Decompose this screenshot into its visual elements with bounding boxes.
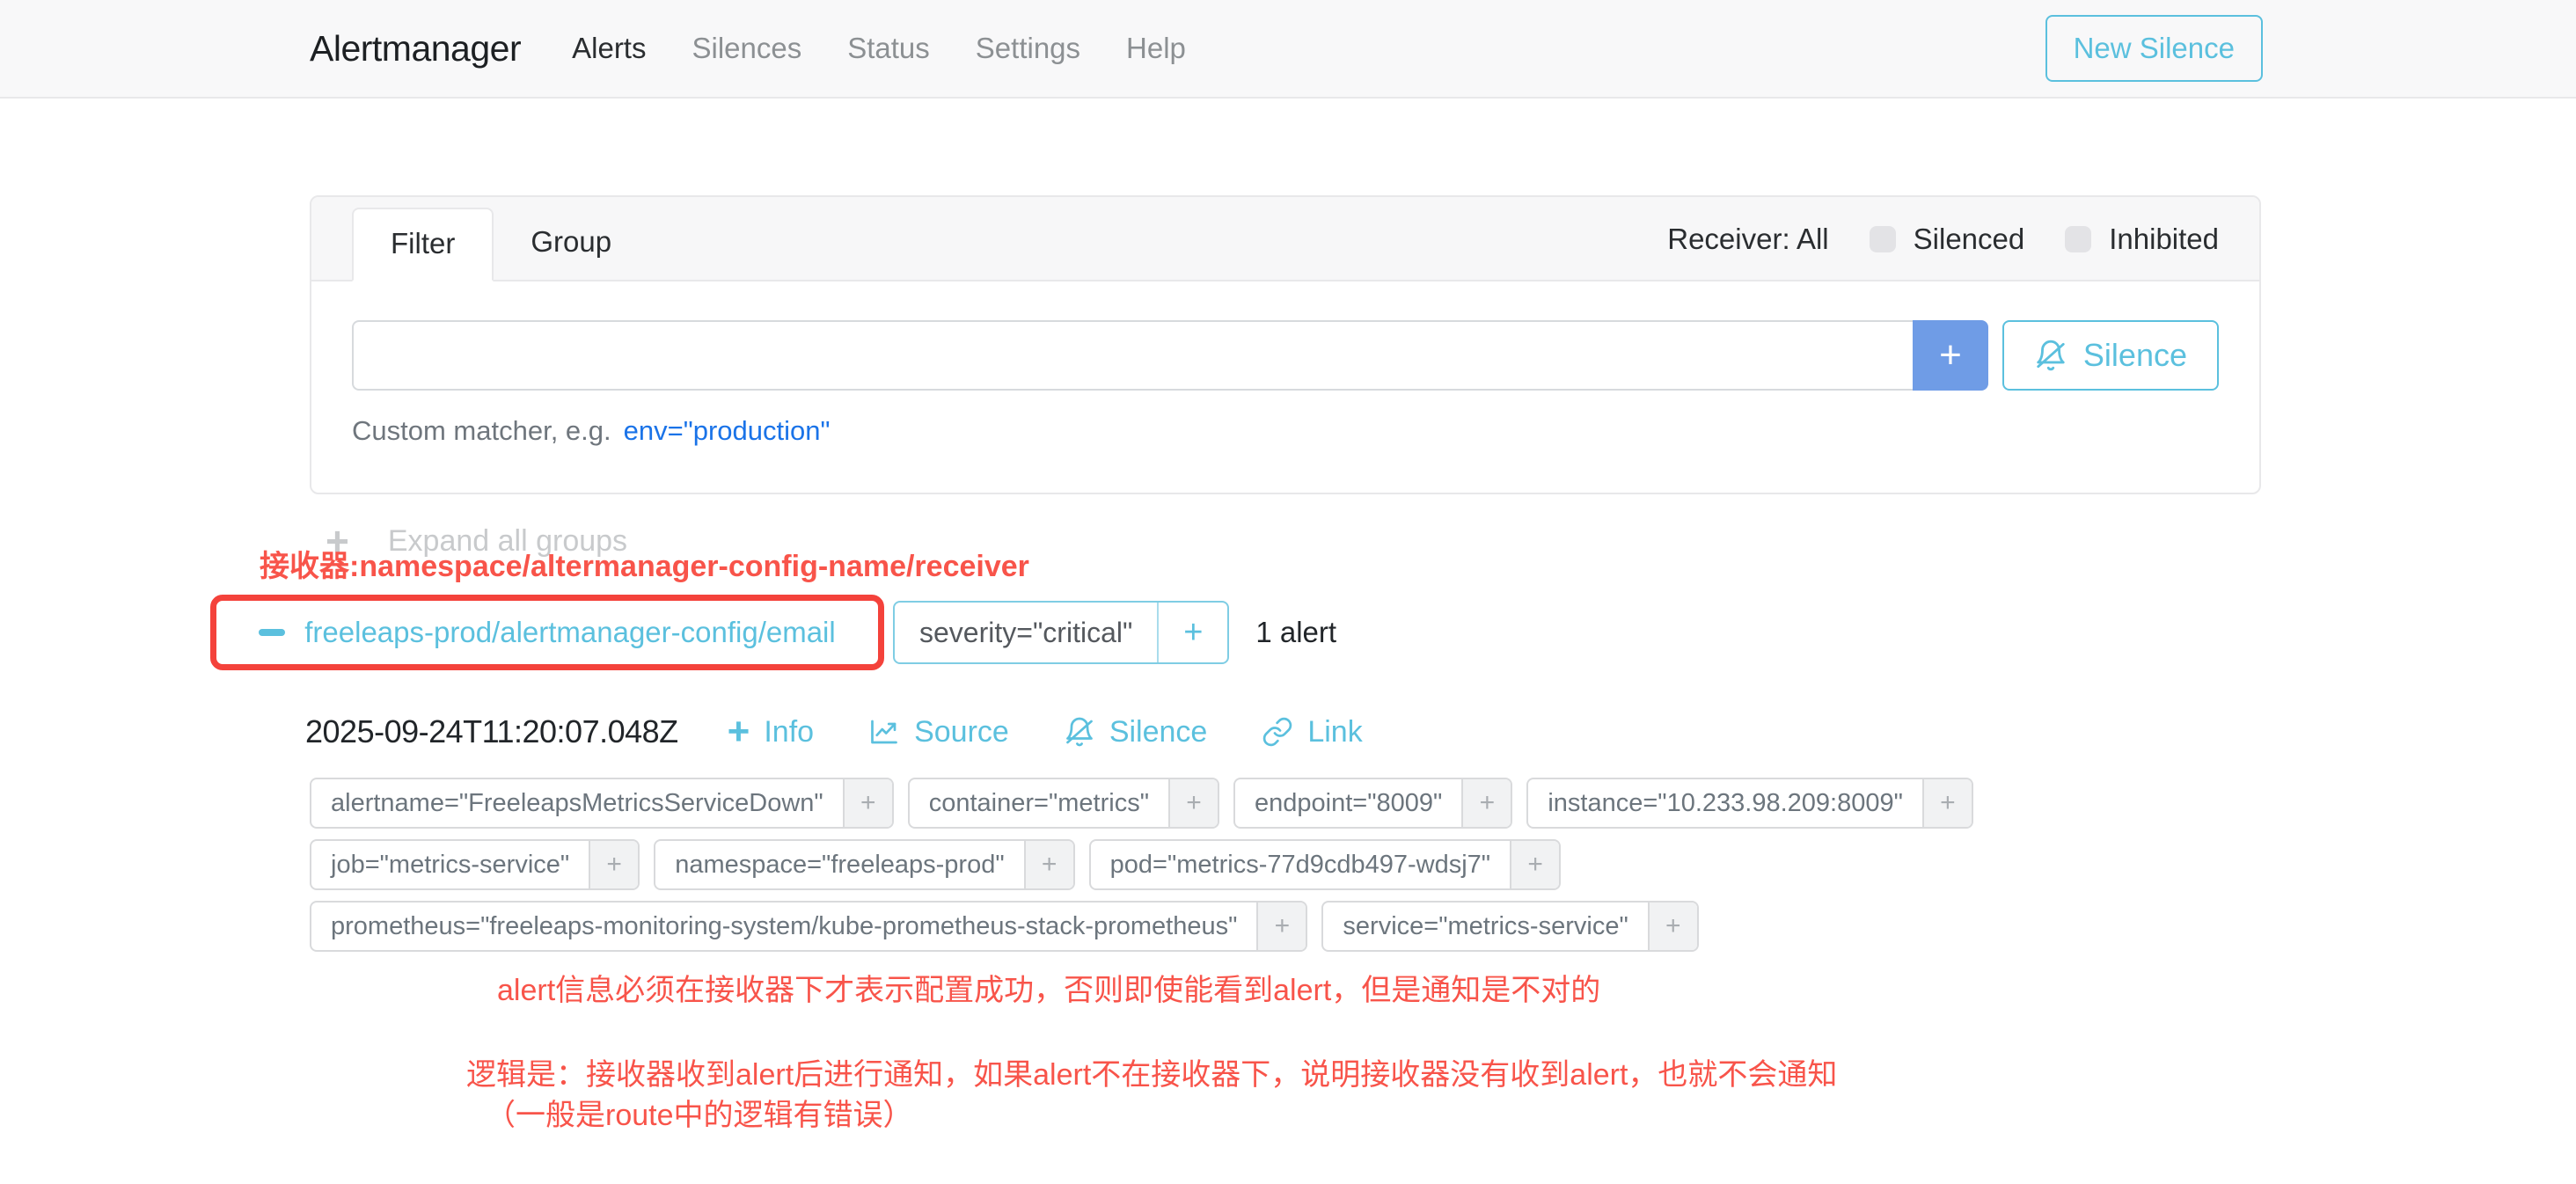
receiver-group-row: freeleaps-prod/alertmanager-config/email…	[210, 595, 1336, 670]
alert-label-text[interactable]: container="metrics"	[910, 779, 1168, 827]
add-label-matcher-button[interactable]: +	[589, 841, 638, 888]
alert-label-text[interactable]: job="metrics-service"	[311, 841, 589, 888]
filter-card-header: Filter Group Receiver: All Silenced Inhi…	[311, 197, 2259, 281]
matcher-input-group: + Silence	[352, 320, 2219, 391]
alert-row: 2025-09-24T11:20:07.048Z + Info Source S…	[305, 704, 1417, 760]
add-label-matcher-button[interactable]: +	[1461, 779, 1511, 827]
alert-label-text[interactable]: prometheus="freeleaps-monitoring-system/…	[311, 903, 1256, 950]
alert-label-row: prometheus="freeleaps-monitoring-system/…	[310, 901, 1973, 952]
add-label-matcher-button[interactable]: +	[1922, 779, 1972, 827]
alert-label-text[interactable]: alertname="FreeleapsMetricsServiceDown"	[311, 779, 843, 827]
add-label-matcher-button[interactable]: +	[1024, 841, 1073, 888]
annotation-note-3: （一般是route中的逻辑有错误）	[486, 1091, 913, 1134]
alert-label-chip: namespace="freeleaps-prod" +	[654, 839, 1074, 890]
alert-label-chip: alertname="FreeleapsMetricsServiceDown" …	[310, 778, 894, 829]
new-silence-button[interactable]: New Silence	[2045, 15, 2263, 82]
matcher-hint-text: Custom matcher, e.g.	[352, 415, 611, 446]
inhibited-checkbox[interactable]	[2065, 226, 2091, 252]
matcher-input[interactable]	[352, 320, 1913, 391]
receiver-group-toggle[interactable]: freeleaps-prod/alertmanager-config/email	[210, 595, 884, 670]
add-matcher-button[interactable]: +	[1913, 320, 1988, 391]
alert-label-chip: container="metrics" +	[908, 778, 1219, 829]
alert-silence-label: Silence	[1109, 715, 1208, 749]
alert-link-label: Link	[1307, 715, 1362, 749]
alert-info-label: Info	[764, 715, 814, 749]
alert-label-chip: job="metrics-service" +	[310, 839, 640, 890]
silence-filter-button-label: Silence	[2083, 337, 2187, 374]
matcher-hint: Custom matcher, e.g. env="production"	[352, 415, 2219, 447]
plus-icon: +	[1939, 333, 1962, 377]
inhibited-checkbox-group[interactable]: Inhibited	[2065, 223, 2219, 256]
alert-label-chip: service="metrics-service" +	[1321, 901, 1698, 952]
add-label-matcher-button[interactable]: +	[1256, 903, 1306, 950]
annotation-receiver-note: 接收器:namespace/altermanager-config-name/r…	[260, 542, 1029, 585]
alert-count: 1 alert	[1255, 616, 1336, 649]
bell-slash-icon	[1064, 716, 1095, 748]
alert-silence-button[interactable]: Silence	[1064, 715, 1208, 749]
silenced-checkbox-label: Silenced	[1914, 223, 2025, 256]
silence-filter-button[interactable]: Silence	[2002, 320, 2219, 391]
app-brand[interactable]: Alertmanager	[310, 28, 521, 69]
silenced-checkbox-group[interactable]: Silenced	[1870, 223, 2025, 256]
nav-item-silences[interactable]: Silences	[692, 32, 801, 65]
group-filter-chip: severity="critical" +	[893, 601, 1229, 664]
chart-up-icon	[868, 716, 900, 748]
plus-icon: +	[728, 713, 750, 751]
receiver-group-name: freeleaps-prod/alertmanager-config/email	[304, 616, 835, 649]
group-filter-add-button[interactable]: +	[1157, 603, 1227, 662]
alert-source-link[interactable]: Source	[868, 715, 1009, 749]
alert-label-chip: prometheus="freeleaps-monitoring-system/…	[310, 901, 1307, 952]
filter-card-body: + Silence Custom matcher, e.g. env="produ…	[311, 281, 2259, 493]
filter-tabs: Filter Group	[352, 208, 648, 281]
nav-item-alerts[interactable]: Alerts	[572, 32, 646, 65]
nav-links: Alerts Silences Status Settings Help	[572, 32, 2045, 65]
add-label-matcher-button[interactable]: +	[1648, 903, 1697, 950]
alert-label-text[interactable]: pod="metrics-77d9cdb497-wdsj7"	[1091, 841, 1510, 888]
silenced-checkbox[interactable]	[1870, 226, 1896, 252]
link-icon	[1262, 716, 1293, 748]
inhibited-checkbox-label: Inhibited	[2109, 223, 2219, 256]
top-navbar: Alertmanager Alerts Silences Status Sett…	[0, 0, 2576, 99]
alert-label-chip: pod="metrics-77d9cdb497-wdsj7" +	[1089, 839, 1561, 890]
annotation-note-2: 逻辑是：接收器收到alert后进行通知，如果alert不在接收器下，说明接收器没…	[466, 1050, 1837, 1093]
receiver-filter-dropdown[interactable]: Receiver: All	[1667, 223, 1828, 256]
filter-card: Filter Group Receiver: All Silenced Inhi…	[310, 195, 2261, 494]
alert-source-label: Source	[914, 715, 1009, 749]
alert-label-text[interactable]: instance="10.233.98.209:8009"	[1528, 779, 1922, 827]
alert-label-text[interactable]: namespace="freeleaps-prod"	[655, 841, 1023, 888]
group-filter-chip-label: severity="critical"	[895, 603, 1157, 662]
annotation-note-1: alert信息必须在接收器下才表示配置成功，否则即使能看到alert，但是通知是…	[497, 966, 1600, 1009]
alert-info-button[interactable]: + Info	[728, 713, 814, 751]
alert-label-chip: endpoint="8009" +	[1233, 778, 1512, 829]
filter-header-controls: Receiver: All Silenced Inhibited	[1667, 197, 2219, 281]
alert-label-chip: instance="10.233.98.209:8009" +	[1526, 778, 1973, 829]
nav-item-settings[interactable]: Settings	[976, 32, 1080, 65]
nav-item-help[interactable]: Help	[1126, 32, 1186, 65]
alert-label-row: job="metrics-service" + namespace="freel…	[310, 839, 1973, 890]
alert-label-text[interactable]: service="metrics-service"	[1323, 903, 1647, 950]
nav-item-status[interactable]: Status	[847, 32, 930, 65]
add-label-matcher-button[interactable]: +	[1510, 841, 1559, 888]
tab-group[interactable]: Group	[494, 208, 648, 281]
alert-labels: alertname="FreeleapsMetricsServiceDown" …	[310, 778, 1973, 962]
alert-timestamp: 2025-09-24T11:20:07.048Z	[305, 713, 678, 750]
tab-filter[interactable]: Filter	[352, 208, 494, 281]
matcher-hint-example-link[interactable]: env="production"	[624, 415, 831, 446]
add-label-matcher-button[interactable]: +	[1168, 779, 1218, 827]
add-label-matcher-button[interactable]: +	[843, 779, 892, 827]
alert-label-text[interactable]: endpoint="8009"	[1235, 779, 1461, 827]
alert-permalink[interactable]: Link	[1262, 715, 1362, 749]
bell-slash-icon	[2034, 339, 2067, 372]
minus-icon	[259, 629, 285, 636]
alert-label-row: alertname="FreeleapsMetricsServiceDown" …	[310, 778, 1973, 829]
